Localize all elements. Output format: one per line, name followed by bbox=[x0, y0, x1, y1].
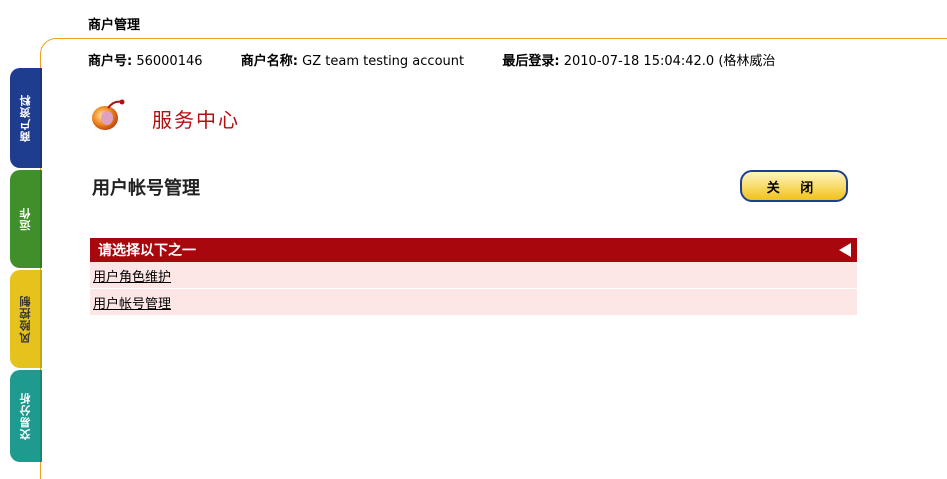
merchant-id-value: 56000146 bbox=[136, 54, 203, 69]
collapse-arrow-icon[interactable] bbox=[839, 243, 851, 257]
menu-item-account-management[interactable]: 用户帐号管理 bbox=[90, 289, 857, 316]
side-tab-risk-control[interactable]: 风险控制 bbox=[10, 270, 42, 368]
side-tab-label: 商户资料 bbox=[19, 94, 32, 142]
merchant-name-value: GZ team testing account bbox=[302, 54, 465, 69]
page-header-title: 商户管理 bbox=[88, 18, 141, 33]
menu-header-label: 请选择以下之一 bbox=[98, 243, 196, 259]
merchant-info-bar: 商户号: 56000146 商户名称: GZ team testing acco… bbox=[88, 50, 775, 69]
side-tab-label: 交易分析 bbox=[19, 392, 32, 440]
side-tab-transaction-analysis[interactable]: 交易分析 bbox=[10, 370, 42, 462]
side-tab-merchant-profile[interactable]: 商户资料 bbox=[10, 68, 42, 168]
menu-item-role-maintenance[interactable]: 用户角色维护 bbox=[90, 262, 857, 289]
close-button[interactable]: 关 闭 bbox=[740, 170, 848, 202]
last-login-label: 最后登录: bbox=[502, 54, 560, 69]
merchant-id-label: 商户号: bbox=[88, 54, 133, 69]
page-title: 用户帐号管理 bbox=[92, 178, 200, 199]
side-tab-label: 风险控制 bbox=[19, 295, 32, 343]
side-tab-label: 运作 bbox=[19, 207, 32, 231]
service-logo-icon bbox=[88, 96, 126, 134]
selection-menu: 请选择以下之一 用户角色维护 用户帐号管理 bbox=[90, 238, 857, 316]
side-tab-operations[interactable]: 运作 bbox=[10, 170, 42, 268]
service-center-title: 服务中心 bbox=[152, 108, 240, 132]
merchant-name-label: 商户名称: bbox=[240, 54, 298, 69]
last-login-value: 2010-07-18 15:04:42.0 (格林威治 bbox=[563, 54, 776, 69]
menu-header: 请选择以下之一 bbox=[90, 238, 857, 262]
